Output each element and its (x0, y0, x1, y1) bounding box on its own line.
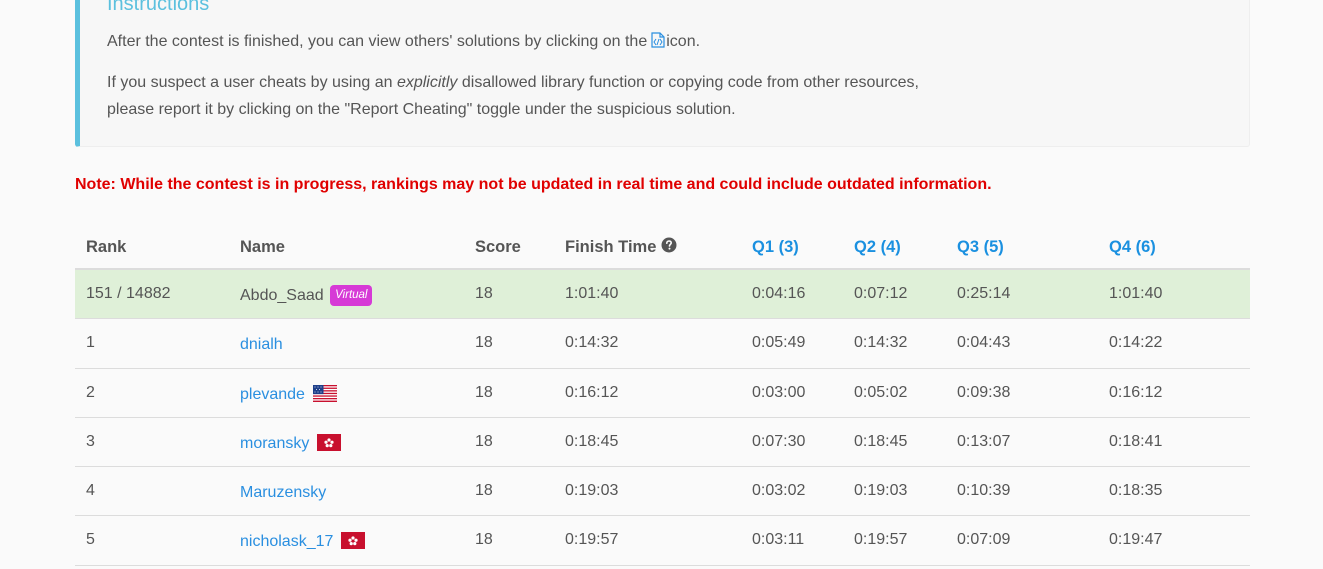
table-row: 3 moransky 18 0:18:45 0:07:30 0:18:45 0:… (75, 418, 1250, 468)
question-circle-icon[interactable] (661, 225, 677, 253)
q4-cell[interactable]: 0:14:22 (1109, 319, 1162, 367)
hk-flag-icon (317, 423, 342, 451)
username: Abdo_Saad (240, 287, 324, 304)
instructions-line-cheating: If you suspect a user cheats by using an… (107, 74, 919, 92)
name-cell: Maruzensky (240, 469, 326, 517)
table-row: 4 Maruzensky 18 0:19:03 0:03:02 0:19:03 … (75, 467, 1250, 517)
q1-cell[interactable]: 0:03:00 (752, 369, 805, 417)
instructions-text: If you suspect a user cheats by using an (107, 74, 397, 91)
hk-flag-icon (341, 521, 366, 550)
rank-cell: 3 (86, 432, 95, 450)
score-cell: 18 (475, 383, 493, 401)
header-q3[interactable]: Q3 (5) (957, 224, 1004, 270)
name-cell: moransky (240, 420, 342, 468)
name-cell: nicholask_17 (240, 518, 366, 566)
q4-cell[interactable]: 0:18:35 (1109, 467, 1162, 515)
name-cell: Abdo_Saad Virtual (240, 272, 373, 320)
q2-cell[interactable]: 0:14:32 (854, 319, 907, 367)
q2-cell: 0:07:12 (854, 285, 908, 302)
rank-cell: 4 (86, 482, 95, 500)
q4-cell: 1:01:40 (1109, 285, 1163, 302)
header-name: Name (240, 238, 285, 256)
user-link[interactable]: plevande (240, 386, 305, 403)
header-score: Score (475, 238, 521, 256)
finish-time-cell: 1:01:40 (565, 285, 619, 302)
q3-cell[interactable]: 0:09:38 (957, 369, 1010, 417)
instructions-line-report: please report it by clicking on the "Rep… (107, 101, 736, 118)
score-cell: 18 (475, 432, 493, 450)
q1-cell: 0:04:16 (752, 285, 806, 302)
user-link[interactable]: dnialh (240, 336, 283, 353)
header-finish-label: Finish Time (565, 238, 657, 256)
instructions-text: After the contest is finished, you can v… (107, 33, 648, 50)
user-link[interactable]: nicholask_17 (240, 533, 333, 550)
instructions-emphasis: explicitly (396, 74, 458, 91)
rank-cell: 2 (86, 383, 95, 401)
virtual-badge: Virtual (330, 285, 373, 306)
q1-cell[interactable]: 0:03:11 (752, 516, 804, 564)
q3-cell[interactable]: 0:07:09 (957, 516, 1010, 564)
q2-cell[interactable]: 0:19:57 (854, 516, 907, 564)
table-row: 2 plevande 18 0:16:12 0:03:00 0:05:02 0:… (75, 369, 1250, 418)
q1-cell[interactable]: 0:03:02 (752, 467, 805, 515)
instructions-panel: Instructions After the contest is finish… (75, 0, 1250, 147)
instructions-line-solutions: After the contest is finished, you can v… (107, 32, 700, 51)
finish-time-cell: 0:14:32 (565, 334, 619, 352)
ranking-table: Rank Name Score Finish Time Q1 (3) Q2 (4… (75, 224, 1250, 566)
q4-cell[interactable]: 0:18:41 (1109, 418, 1162, 466)
rank-cell: 5 (86, 531, 95, 549)
rank-cell: 151 / 14882 (86, 285, 171, 302)
header-q2[interactable]: Q2 (4) (854, 224, 901, 270)
name-cell: dnialh (240, 321, 283, 369)
score-cell: 18 (475, 285, 493, 302)
q3-cell: 0:25:14 (957, 285, 1011, 302)
finish-time-cell: 0:19:57 (565, 531, 619, 549)
finish-time-cell: 0:18:45 (565, 432, 619, 450)
q3-cell[interactable]: 0:13:07 (957, 418, 1010, 466)
score-cell: 18 (475, 531, 493, 549)
rank-cell: 1 (86, 334, 95, 352)
user-link[interactable]: Maruzensky (240, 484, 326, 501)
instructions-title: Instructions (107, 0, 210, 15)
q4-cell[interactable]: 0:16:12 (1109, 369, 1162, 417)
q3-cell[interactable]: 0:10:39 (957, 467, 1010, 515)
q1-cell[interactable]: 0:05:49 (752, 319, 805, 367)
progress-note: Note: While the contest is in progress, … (75, 176, 992, 193)
q2-cell[interactable]: 0:05:02 (854, 369, 907, 417)
code-file-icon (651, 32, 665, 48)
q4-cell[interactable]: 0:19:47 (1109, 516, 1162, 564)
name-cell: plevande (240, 371, 337, 419)
user-link[interactable]: moransky (240, 435, 309, 452)
q2-cell[interactable]: 0:18:45 (854, 418, 907, 466)
us-flag-icon (312, 374, 337, 402)
table-row: 1 dnialh 18 0:14:32 0:05:49 0:14:32 0:04… (75, 319, 1250, 369)
score-cell: 18 (475, 482, 493, 500)
q1-cell[interactable]: 0:07:30 (752, 418, 805, 466)
table-header: Rank Name Score Finish Time Q1 (3) Q2 (4… (75, 224, 1250, 270)
q3-cell[interactable]: 0:04:43 (957, 319, 1010, 367)
finish-time-cell: 0:19:03 (565, 482, 619, 500)
header-q4[interactable]: Q4 (6) (1109, 224, 1156, 270)
header-q1[interactable]: Q1 (3) (752, 224, 799, 270)
instructions-text: icon. (666, 33, 701, 50)
header-rank: Rank (86, 238, 127, 256)
current-user-row: 151 / 14882 Abdo_Saad Virtual 18 1:01:40… (75, 270, 1250, 320)
finish-time-cell: 0:16:12 (565, 383, 619, 401)
q2-cell[interactable]: 0:19:03 (854, 467, 907, 515)
table-row: 5 nicholask_17 18 0:19:57 0:03:11 0:19:5… (75, 516, 1250, 566)
header-finish-time: Finish Time (565, 224, 677, 270)
instructions-text: disallowed library function or copying c… (457, 74, 919, 91)
score-cell: 18 (475, 334, 493, 352)
